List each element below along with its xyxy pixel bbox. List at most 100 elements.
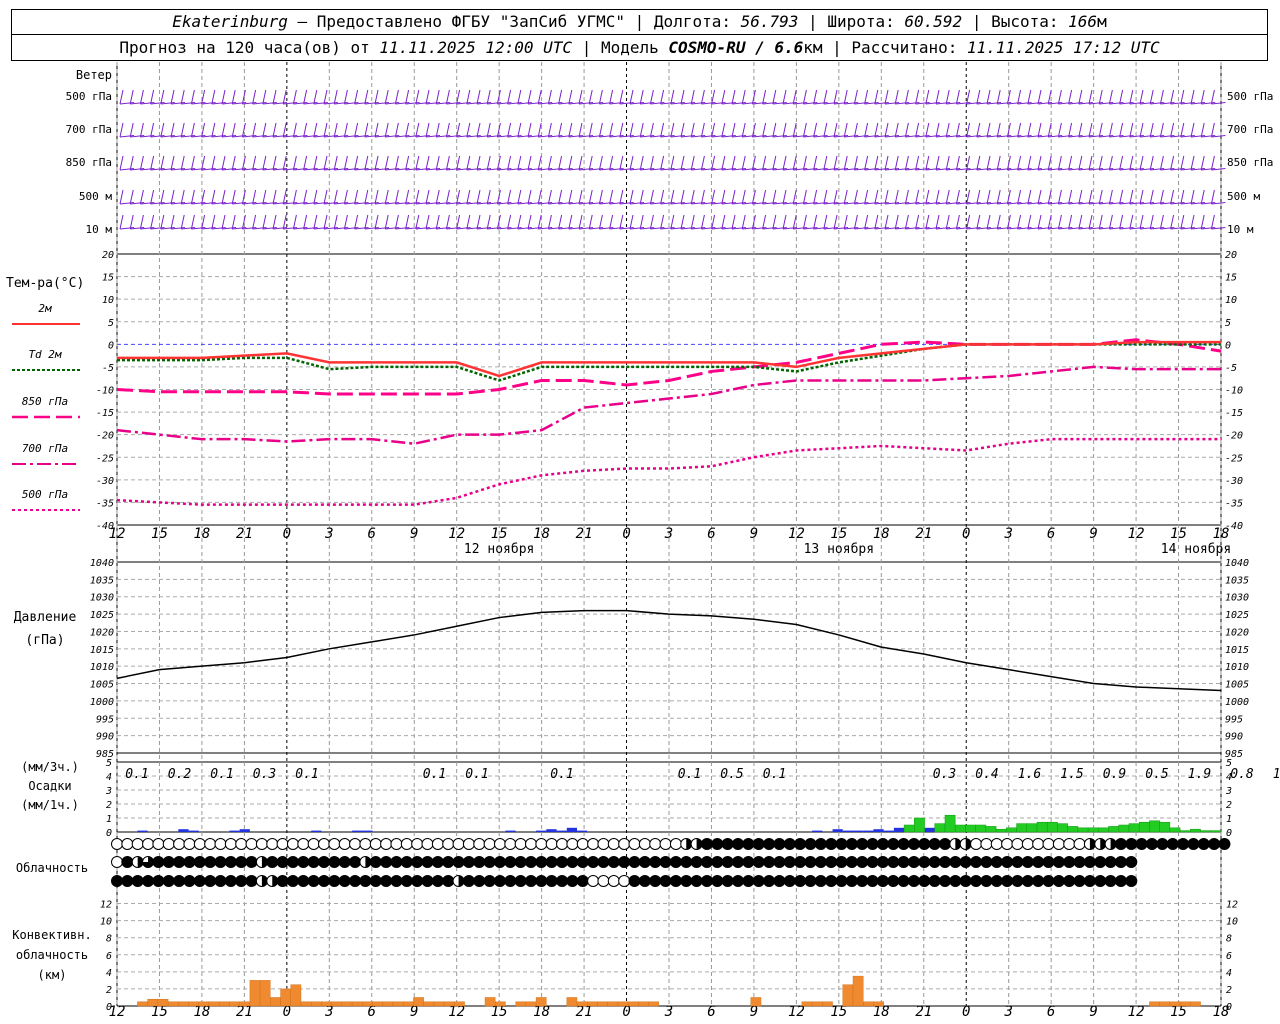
cloud-circle	[421, 875, 434, 887]
wind-barb	[221, 89, 226, 105]
convective-bar	[607, 1001, 619, 1007]
wind-barb	[1068, 214, 1073, 230]
cloud-circle	[814, 838, 827, 850]
x-tick-label: 0	[283, 526, 291, 542]
temp-tick-left: -15	[96, 408, 114, 419]
wind-barb	[1200, 189, 1205, 205]
cloud-circle	[887, 838, 900, 850]
x-tick-label: 15	[491, 526, 508, 542]
wind-barb	[680, 89, 685, 105]
cloud-symbol	[597, 856, 610, 868]
wind-barb	[1170, 89, 1175, 105]
wind-barb	[588, 214, 593, 230]
convective-bar	[321, 1001, 332, 1007]
wind-barb	[415, 214, 420, 230]
cloud-circle	[907, 856, 920, 868]
cloud-circle	[504, 875, 517, 887]
cloud-circle	[928, 838, 941, 850]
cloud-symbol	[690, 838, 703, 850]
cloud-circle	[380, 856, 393, 868]
convective-tick-left: 12	[100, 900, 112, 911]
x-tick-label: 9	[750, 526, 758, 542]
cloud-symbol	[359, 875, 372, 887]
cloud-symbol	[411, 875, 424, 887]
wind-barb	[966, 89, 971, 105]
wind-barb	[303, 155, 308, 171]
wind-barb	[904, 155, 909, 171]
wind-barb	[853, 214, 858, 230]
wind-barb	[292, 89, 297, 105]
wind-barb	[1119, 189, 1124, 205]
cloud-circle	[835, 856, 848, 868]
wind-barb	[435, 189, 440, 205]
cloud-circle	[483, 838, 496, 850]
convective-bar	[300, 1001, 312, 1007]
cloud-symbol	[866, 856, 879, 868]
wind-barb	[1108, 89, 1113, 105]
wind-barb	[507, 214, 512, 230]
x-tick-label: 9	[750, 1004, 758, 1020]
cloud-symbol	[825, 856, 838, 868]
wind-barb	[925, 214, 930, 230]
wind-barb	[139, 189, 144, 205]
cloud-symbol	[266, 875, 279, 887]
wind-barb	[160, 189, 165, 205]
cloud-symbol	[700, 856, 713, 868]
pressure-tick-right: 1015	[1225, 645, 1249, 656]
cloud-circle	[442, 856, 455, 868]
temp-tick-right: 20	[1225, 250, 1237, 261]
wind-barb	[894, 122, 899, 138]
precip-bar-green	[1026, 823, 1038, 833]
cloud-title: Облачность	[16, 861, 88, 875]
pressure-tick-left: 1040	[90, 558, 114, 569]
cloud-circle	[825, 856, 838, 868]
cloud-circle	[897, 875, 910, 887]
cloud-circle	[504, 856, 517, 868]
cloud-circle	[235, 856, 248, 868]
convective-tick-left: 0	[106, 1002, 112, 1013]
x-tick-label: 21	[576, 526, 593, 542]
convective-bar	[311, 1001, 322, 1007]
cloud-symbol	[121, 875, 134, 887]
wind-barb	[405, 214, 410, 230]
x-tick-label: 3	[664, 1004, 673, 1020]
cloud-symbol	[1011, 856, 1024, 868]
wind-barb	[1098, 89, 1103, 105]
convective-bar	[167, 1001, 179, 1007]
cloud-circle	[1166, 838, 1179, 850]
cloud-symbol	[245, 875, 258, 887]
cloud-circle	[1104, 856, 1117, 868]
wind-barb	[782, 189, 787, 205]
wind-barb	[792, 122, 797, 138]
cloud-symbol	[845, 856, 858, 868]
cloud-symbol	[773, 856, 786, 868]
wind-barb	[700, 89, 705, 105]
cloud-circle	[318, 875, 330, 887]
wind-barb	[578, 214, 583, 230]
pressure-tick-right: 1040	[1225, 558, 1249, 569]
wind-barb	[629, 214, 634, 230]
cloud-circle	[224, 838, 237, 850]
cloud-symbol	[514, 838, 527, 850]
wind-barb	[721, 89, 726, 105]
cloud-circle	[359, 838, 372, 850]
wind-barb	[721, 189, 726, 205]
precip-bar-blue	[863, 830, 874, 832]
wind-barb	[976, 89, 981, 105]
cloud-circle	[431, 838, 444, 850]
cloud-circle	[794, 838, 807, 850]
wind-barb	[874, 89, 879, 105]
wind-barb	[802, 189, 807, 205]
cloud-circle	[856, 856, 869, 868]
cloud-circle	[618, 875, 631, 887]
wind-barb	[364, 89, 369, 105]
wind-barb	[415, 122, 420, 138]
cloud-symbol	[597, 875, 610, 887]
cloud-circle	[545, 856, 558, 868]
cloud-circle	[649, 838, 662, 850]
cloud-symbol	[142, 838, 155, 850]
cloud-symbol	[897, 856, 910, 868]
wind-barb	[660, 214, 665, 230]
wind-barb	[364, 155, 369, 171]
wind-barb	[741, 155, 746, 171]
